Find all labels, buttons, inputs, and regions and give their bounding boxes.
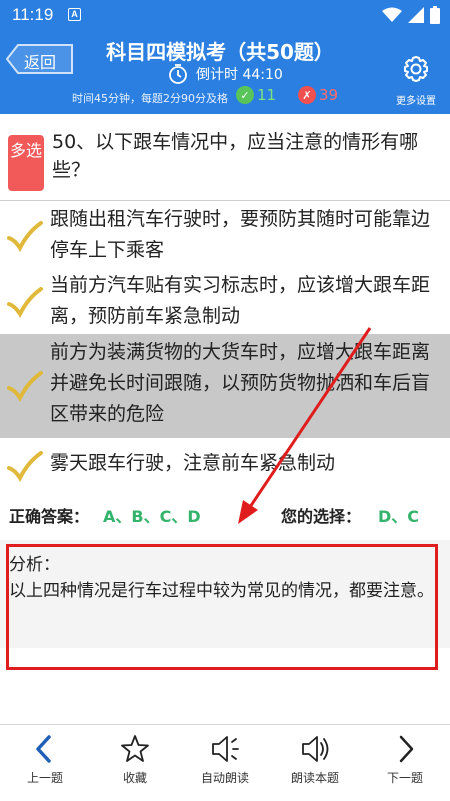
read-question-button[interactable]: 朗读本题 xyxy=(270,725,360,801)
next-question-label: 下一题 xyxy=(386,771,423,785)
star-icon xyxy=(121,735,149,762)
favorite-button[interactable]: 收藏 xyxy=(90,725,180,801)
next-question-button[interactable]: 下一题 xyxy=(360,725,450,801)
chevron-right-icon xyxy=(399,735,414,763)
speaker-icon xyxy=(212,736,239,762)
auto-read-button[interactable]: 自动朗读 xyxy=(180,725,270,801)
favorite-label: 收藏 xyxy=(122,771,147,785)
annotation-arrow xyxy=(238,327,372,524)
speaker-wave-icon xyxy=(302,736,329,762)
bottom-nav: 上一题 收藏 自动朗读 朗读本题 下一题 xyxy=(0,725,450,801)
prev-question-label: 上一题 xyxy=(26,771,63,785)
auto-read-label: 自动朗读 xyxy=(200,771,249,785)
read-question-label: 朗读本题 xyxy=(290,771,339,785)
chevron-left-icon xyxy=(36,735,51,763)
prev-question-button[interactable]: 上一题 xyxy=(0,725,90,801)
